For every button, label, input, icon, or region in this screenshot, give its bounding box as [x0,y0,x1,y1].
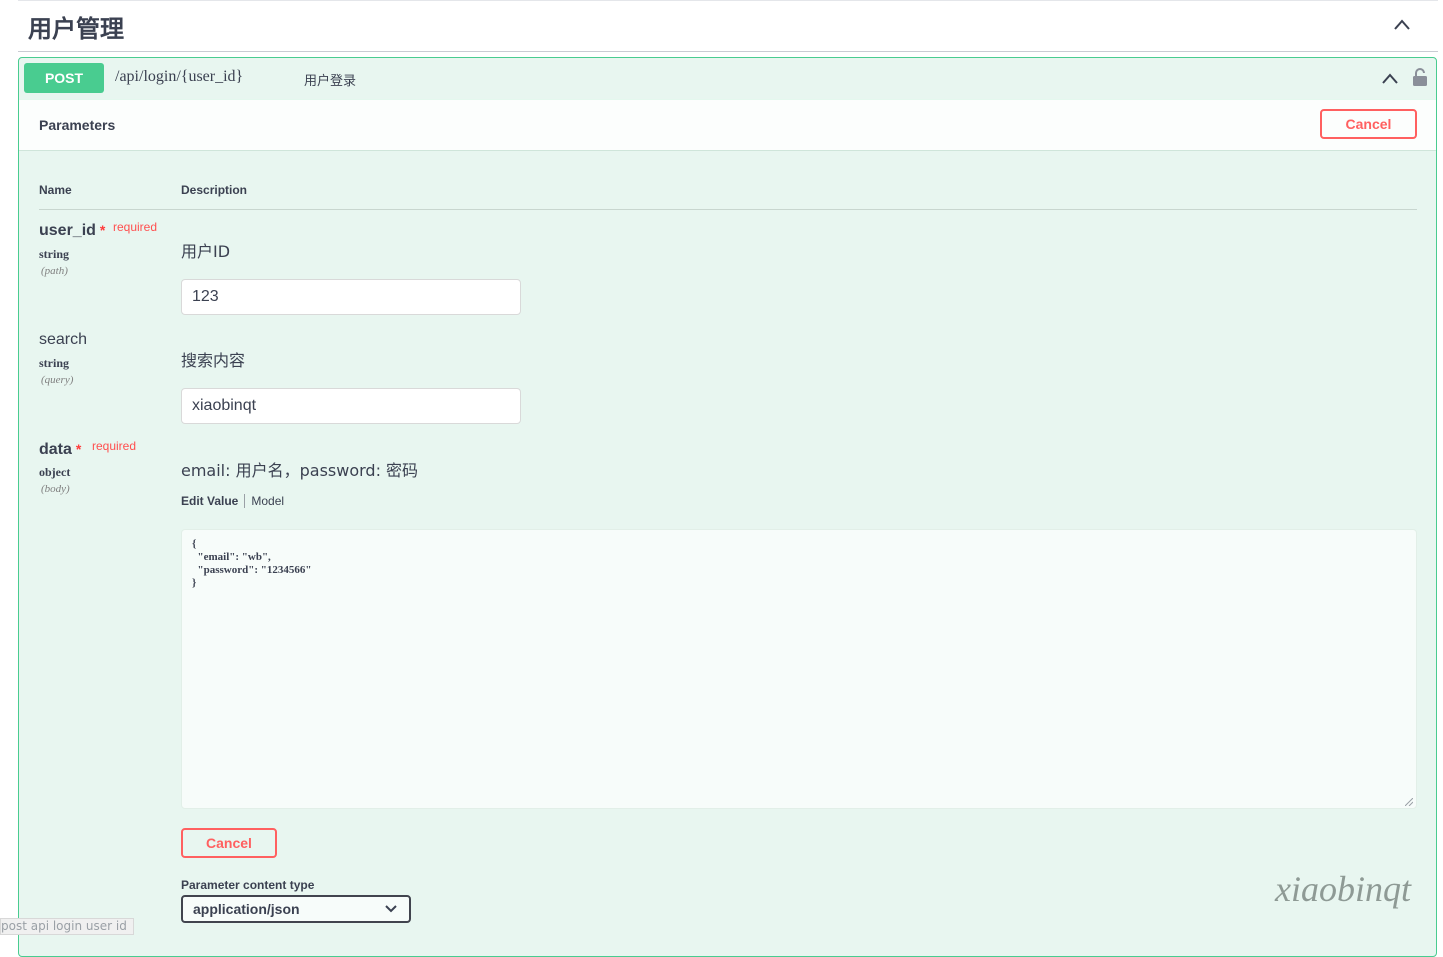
param-description: email: 用户名，password: 密码 [181,461,419,480]
status-bar: post api login user id [0,918,134,935]
lock-icon[interactable] [1412,67,1428,87]
param-location: (body) [41,483,70,495]
divider [39,209,1417,210]
body-cancel-button[interactable]: Cancel [181,828,277,858]
param-name-data: data * [39,441,82,458]
section-header[interactable]: 用户管理 [18,0,1438,52]
operation-path: /api/login/{user_id} [115,68,244,85]
section-title: 用户管理 [28,14,124,43]
content-type-value: application/json [193,901,300,917]
param-type: string [39,356,69,370]
watermark: xiaobinqt [1275,869,1411,909]
body-tabs: Edit Value Model [181,494,284,508]
param-name-user-id: user_id * [39,222,106,239]
required-label: required [92,439,137,453]
search-input[interactable]: xiaobinqt [181,388,521,424]
param-description: 搜索内容 [181,351,246,370]
parameters-title: Parameters [39,117,116,133]
param-name-search: search [39,331,88,348]
tab-model[interactable]: Model [251,494,284,508]
tab-divider [244,494,246,508]
chevron-up-icon[interactable] [1380,69,1400,89]
cancel-button[interactable]: Cancel [1320,109,1417,139]
column-description-header: Description [181,183,248,197]
operation-summary-text: 用户登录 [304,74,357,89]
resize-grip-icon[interactable] [1405,798,1413,806]
chevron-down-icon [385,905,397,913]
content-type-select[interactable]: application/json [181,895,411,923]
param-location: (query) [41,374,74,386]
param-type: string [39,247,69,261]
column-name-header: Name [39,183,72,197]
user-id-input[interactable]: 123 [181,279,521,315]
param-description: 用户ID [181,242,231,261]
operation-block: POST /api/login/{user_id} 用户登录 Parameter… [18,57,1437,957]
required-label: required [113,220,158,234]
chevron-up-icon[interactable] [1392,15,1412,35]
param-type: object [39,465,71,479]
operation-summary[interactable]: POST /api/login/{user_id} 用户登录 [19,58,1436,100]
param-location: (path) [41,265,68,277]
body-json-editor[interactable]: { "email": "wb", "password": "1234566" } [181,529,1417,809]
method-badge: POST [24,63,104,93]
content-type-label: Parameter content type [181,878,315,892]
parameters-header: Parameters Cancel [19,99,1436,151]
tab-edit-value[interactable]: Edit Value [181,494,238,508]
